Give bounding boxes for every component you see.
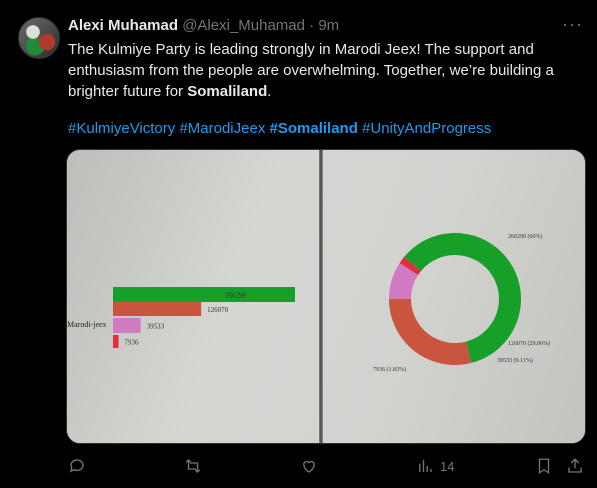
- author-name[interactable]: Alexi Muhamad: [68, 17, 178, 34]
- tweet-text: The Kulmiye Party is leading strongly in…: [68, 39, 580, 102]
- tweet-text-main: The Kulmiye Party is leading strongly in…: [68, 41, 554, 100]
- hashtag-link[interactable]: #MarodiJeex: [179, 120, 265, 137]
- tweet-card[interactable]: Alexi Muhamad @Alexi_Muhamad · 9m ··· Th…: [0, 0, 597, 488]
- reply-button[interactable]: [68, 456, 86, 476]
- heart-icon: [303, 460, 315, 473]
- repost-button[interactable]: [184, 456, 202, 476]
- reply-icon: [69, 459, 84, 473]
- bookmark-button[interactable]: [535, 456, 553, 476]
- tweet-text-bold: Somaliland: [187, 83, 268, 100]
- like-button[interactable]: [300, 456, 318, 476]
- tweet-header: Alexi Muhamad @Alexi_Muhamad · 9m: [68, 16, 339, 36]
- views-icon: [419, 460, 432, 472]
- bar: [113, 335, 119, 348]
- bar: [113, 302, 202, 316]
- tweet-text-end: .: [267, 83, 272, 100]
- repost-icon: [185, 459, 201, 473]
- bar-data-label: 126070: [207, 306, 229, 314]
- views-count: 14: [440, 458, 455, 474]
- hashtags: #KulmiyeVictory #MarodiJeex #Somaliland …: [68, 118, 491, 139]
- bookmark-icon: [538, 458, 550, 475]
- views-button[interactable]: 14: [416, 456, 454, 476]
- bar-data-label: 7936: [125, 339, 140, 347]
- media-image[interactable]: 260290 126070 39533 7936 Marodi-jeex 260290 (…: [66, 149, 586, 444]
- bar-category-label: Marodi-jeex: [67, 320, 107, 329]
- share-button[interactable]: [566, 456, 584, 476]
- donut-data-label: 7936 (1.83%): [373, 366, 406, 373]
- bar: [113, 287, 295, 302]
- bar: [113, 318, 141, 333]
- author-handle[interactable]: @Alexi_Muhamad: [182, 17, 305, 34]
- donut-slice: [388, 298, 472, 365]
- avatar[interactable]: [18, 17, 60, 59]
- separator-dot: ·: [309, 17, 315, 34]
- donut-data-label: 39533 (9.11%): [497, 357, 533, 364]
- action-bar: 14: [68, 456, 584, 476]
- more-options-icon[interactable]: ···: [562, 14, 583, 35]
- share-icon: [568, 458, 582, 473]
- bar-data-label: 260290: [225, 292, 247, 300]
- timestamp[interactable]: 9m: [318, 17, 339, 34]
- hashtag-link[interactable]: #UnityAndProgress: [362, 120, 491, 137]
- donut-data-label: 260290 (60%): [508, 233, 543, 240]
- bar-data-label: 39533: [147, 323, 165, 331]
- hashtag-link[interactable]: #KulmiyeVictory: [68, 120, 175, 137]
- election-charts: 260290 126070 39533 7936 Marodi-jeex 260290 (…: [67, 233, 550, 373]
- hashtag-link[interactable]: #Somaliland: [270, 120, 358, 137]
- donut-data-label: 126070 (29.06%): [508, 340, 550, 347]
